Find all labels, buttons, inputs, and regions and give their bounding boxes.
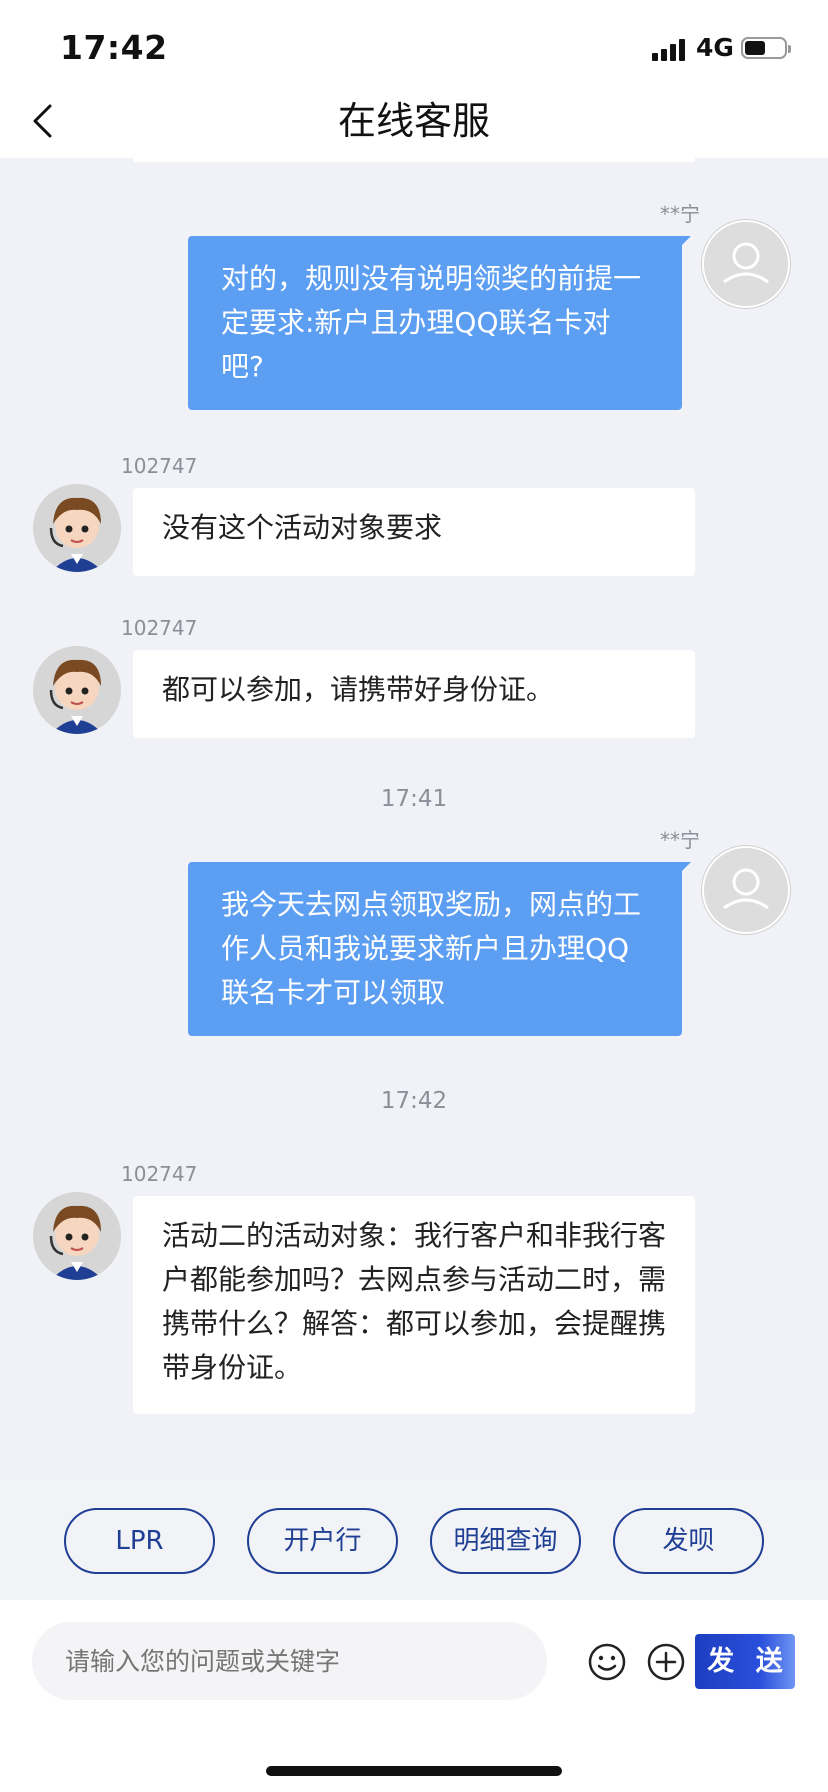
- quick-action-lpr[interactable]: LPR: [64, 1508, 215, 1574]
- home-indicator: [266, 1766, 562, 1776]
- sender-name: 102747: [121, 454, 198, 478]
- sender-name: **宁: [660, 828, 700, 852]
- quick-action-opening-bank[interactable]: 开户行: [247, 1508, 398, 1574]
- signal-icon: [652, 37, 690, 61]
- sender-name: **宁: [660, 202, 700, 226]
- input-bar: 发 送: [0, 1600, 828, 1792]
- message-bubble-agent: 没有这个活动对象要求: [131, 488, 695, 576]
- emoji-button[interactable]: [587, 1642, 627, 1682]
- agent-avatar: [33, 1192, 121, 1280]
- send-button[interactable]: 发 送: [695, 1634, 795, 1689]
- message-input[interactable]: [32, 1622, 547, 1700]
- user-silhouette-icon: [704, 222, 788, 306]
- quick-actions-bar: LPR 开户行 明细查询 发呗: [0, 1478, 828, 1600]
- previous-message-edge: [133, 158, 695, 162]
- message-bubble-user: 对的，规则没有说明领奖的前提一定要求:新户且办理QQ联名卡对吧?: [188, 236, 691, 410]
- plus-circle-icon: [647, 1643, 685, 1681]
- agent-avatar: [33, 484, 121, 572]
- user-avatar: [702, 220, 790, 308]
- quick-action-detail-query[interactable]: 明细查询: [430, 1508, 581, 1574]
- agent-avatar: [33, 646, 121, 734]
- user-silhouette-icon: [704, 848, 788, 932]
- agent-avatar-icon: [33, 484, 121, 572]
- status-time: 17:42: [60, 28, 168, 67]
- agent-avatar-icon: [33, 1192, 121, 1280]
- sender-name: 102747: [121, 616, 198, 640]
- timestamp: 17:41: [380, 786, 448, 812]
- message-bubble-user: 我今天去网点领取奖励，网点的工作人员和我说要求新户且办理QQ联名卡才可以领取: [188, 862, 691, 1036]
- nav-bar: 在线客服: [0, 92, 828, 158]
- message-bubble-agent: 都可以参加，请携带好身份证。: [131, 650, 695, 738]
- timestamp: 17:42: [380, 1088, 448, 1114]
- chat-area[interactable]: **宁 对的，规则没有说明领奖的前提一定要求:新户且办理QQ联名卡对吧? 102…: [0, 158, 828, 1478]
- network-label: 4G: [696, 33, 734, 62]
- battery-icon: [741, 37, 791, 59]
- status-bar: 17:42 4G: [0, 0, 828, 92]
- smiley-icon: [588, 1643, 626, 1681]
- agent-avatar-icon: [33, 646, 121, 734]
- user-avatar: [702, 846, 790, 934]
- sender-name: 102747: [121, 1162, 198, 1186]
- add-button[interactable]: [646, 1642, 686, 1682]
- page-title: 在线客服: [337, 99, 490, 143]
- message-bubble-agent: 活动二的活动对象：我行客户和非我行客户都能参加吗？去网点参与活动二时，需携带什么…: [131, 1196, 695, 1414]
- quick-action-fabei[interactable]: 发呗: [613, 1508, 764, 1574]
